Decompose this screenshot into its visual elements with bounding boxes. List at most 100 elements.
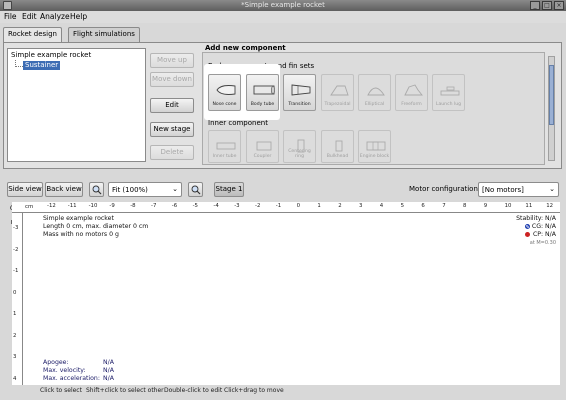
ruler-tick-label: -1 xyxy=(275,203,282,209)
rocket-figure-canvas[interactable]: Simple example rocket Length 0 cm, max. … xyxy=(23,213,560,385)
ruler-tick-label: 12 xyxy=(546,203,554,209)
engine-block-button[interactable]: Engine block xyxy=(358,130,391,163)
apogee-label: Apogee: xyxy=(43,359,69,366)
zoom-in-icon xyxy=(191,185,201,195)
cp-value: CP: N/A xyxy=(532,231,556,238)
transition-label: Transition xyxy=(288,102,311,107)
freeform-fin-button[interactable]: Freeform xyxy=(395,74,428,111)
tab-flight-simulations[interactable]: Flight simulations xyxy=(68,27,140,42)
window-title: *Simple example rocket xyxy=(241,1,325,9)
ruler-tick-label: 4 xyxy=(379,203,384,209)
ruler-tick-label: 10 xyxy=(504,203,512,209)
chevron-down-icon: ⌄ xyxy=(172,185,178,193)
ruler-tick-label: 3 xyxy=(13,354,17,360)
max-acceleration-label: Max. acceleration: xyxy=(43,375,100,382)
nose-cone-label: Nose cone xyxy=(212,102,237,107)
menu-analyze[interactable]: Analyze xyxy=(40,12,70,22)
add-panel-scrollbar[interactable] xyxy=(548,56,555,161)
app-icon[interactable] xyxy=(3,1,12,10)
back-view-button[interactable]: Back view xyxy=(45,182,83,197)
elliptical-fin-icon xyxy=(367,87,385,96)
coupler-button[interactable]: Coupler xyxy=(246,130,279,163)
menu-help[interactable]: Help xyxy=(70,12,87,22)
status-hint-select-other: Shift+click to select other xyxy=(86,387,164,394)
bulkhead-button[interactable]: Bulkhead xyxy=(321,130,354,163)
ruler-tick-label: -10 xyxy=(88,203,98,209)
elliptical-fin-button[interactable]: Elliptical xyxy=(358,74,391,111)
ruler-tick-label: -2 xyxy=(13,246,19,253)
body-tube-label: Body tube xyxy=(250,102,275,107)
tree-item-sustainer[interactable]: Sustainer xyxy=(23,61,61,70)
component-tree[interactable]: Simple example rocket Sustainer xyxy=(7,48,146,162)
vertical-ruler: -3 -2 -1 0 1 2 3 4 xyxy=(12,213,23,385)
inner-tube-button[interactable]: Inner tube xyxy=(208,130,241,163)
ruler-tick-label: 6 xyxy=(421,203,425,209)
ruler-tick-label: 5 xyxy=(400,203,405,209)
engine-block-label: Engine block xyxy=(359,154,390,159)
cp-icon xyxy=(525,232,530,237)
status-hint-edit: Double-click to edit xyxy=(164,387,223,394)
move-down-button[interactable]: Move down xyxy=(150,72,194,87)
ruler-tick-label: 11 xyxy=(525,203,533,209)
side-view-button[interactable]: Side view xyxy=(7,182,43,197)
minimize-icon[interactable]: _ xyxy=(530,1,540,10)
menu-edit[interactable]: Edit xyxy=(22,12,37,22)
apogee-value: N/A xyxy=(103,359,114,366)
maximize-icon[interactable]: □ xyxy=(542,1,552,10)
centering-ring-label: Centering ring xyxy=(288,149,311,159)
delete-button[interactable]: Delete xyxy=(150,145,194,160)
launch-lug-label: Launch lug xyxy=(435,102,462,107)
cg-icon xyxy=(525,224,530,229)
transition-button[interactable]: Transition xyxy=(283,74,316,111)
launch-lug-button[interactable]: Launch lug xyxy=(432,74,465,111)
motor-configuration-value: [No motors] xyxy=(482,186,524,194)
rocket-name: Simple example rocket xyxy=(43,215,114,222)
body-tube-button[interactable]: Body tube xyxy=(246,74,279,111)
ruler-tick-label: -12 xyxy=(47,203,56,209)
ruler-tick-label: 1 xyxy=(13,311,17,317)
motor-configuration-label: Motor configuration: xyxy=(409,185,481,193)
freeform-fin-icon xyxy=(404,84,423,96)
ruler-tick-label: -5 xyxy=(192,203,198,209)
inner-tube-label: Inner tube xyxy=(212,154,237,159)
window-titlebar: *Simple example rocket xyxy=(0,0,566,11)
zoom-out-button[interactable] xyxy=(89,182,104,197)
tree-root[interactable]: Simple example rocket xyxy=(11,51,91,60)
ruler-tick-label: 2 xyxy=(13,332,17,339)
move-up-button[interactable]: Move up xyxy=(150,53,194,68)
edit-button[interactable]: Edit xyxy=(150,98,194,113)
nose-cone-icon xyxy=(216,85,236,95)
zoom-select[interactable]: Fit (100%) ⌄ xyxy=(108,182,182,197)
ruler-tick-label: 9 xyxy=(483,203,488,209)
ruler-tick-label: -2 xyxy=(255,203,261,209)
max-acceleration-value: N/A xyxy=(103,375,114,382)
menu-bar: File Edit Analyze Help xyxy=(0,11,566,23)
coupler-label: Coupler xyxy=(253,154,272,159)
close-icon[interactable]: × xyxy=(554,1,564,10)
freeform-label: Freeform xyxy=(401,102,422,107)
max-velocity-label: Max. velocity: xyxy=(43,367,86,374)
scrollbar-thumb[interactable] xyxy=(549,65,554,125)
trapezoidal-fin-button[interactable]: Trapezoidal xyxy=(321,74,354,111)
rocket-mass: Mass with no motors 0 g xyxy=(43,231,119,238)
horizontal-ruler: cm -12 -11 -10 -9 -8 -7 -6 -5 -4 -3 -2 -1 0 1 2 3 4 5 6 7 8 9… xyxy=(12,202,560,213)
ruler-tick-label: 3 xyxy=(359,203,363,209)
stage-1-toggle[interactable]: Stage 1 xyxy=(214,182,244,197)
engine-block-icon xyxy=(366,141,386,151)
ruler-tick-label: -3 xyxy=(13,225,19,231)
ruler-tick-label: 1 xyxy=(317,203,321,209)
status-bar: Click to select Shift+click to select ot… xyxy=(0,384,566,400)
centering-ring-button[interactable]: Centering ring xyxy=(283,130,316,163)
tab-rocket-design[interactable]: Rocket design xyxy=(3,27,62,43)
zoom-in-button[interactable] xyxy=(188,182,203,197)
ruler-tick-label: 8 xyxy=(463,203,467,209)
status-hint-select: Click to select xyxy=(40,387,82,394)
launch-lug-icon xyxy=(440,86,460,96)
ruler-tick-label: -6 xyxy=(171,203,178,209)
nose-cone-button[interactable]: Nose cone xyxy=(208,74,241,111)
mach-value: at M=0.30 xyxy=(529,240,556,246)
menu-file[interactable]: File xyxy=(4,12,17,22)
ruler-tick-label: -9 xyxy=(109,203,115,209)
new-stage-button[interactable]: New stage xyxy=(150,122,194,137)
motor-configuration-select[interactable]: [No motors] ⌄ xyxy=(478,182,559,197)
